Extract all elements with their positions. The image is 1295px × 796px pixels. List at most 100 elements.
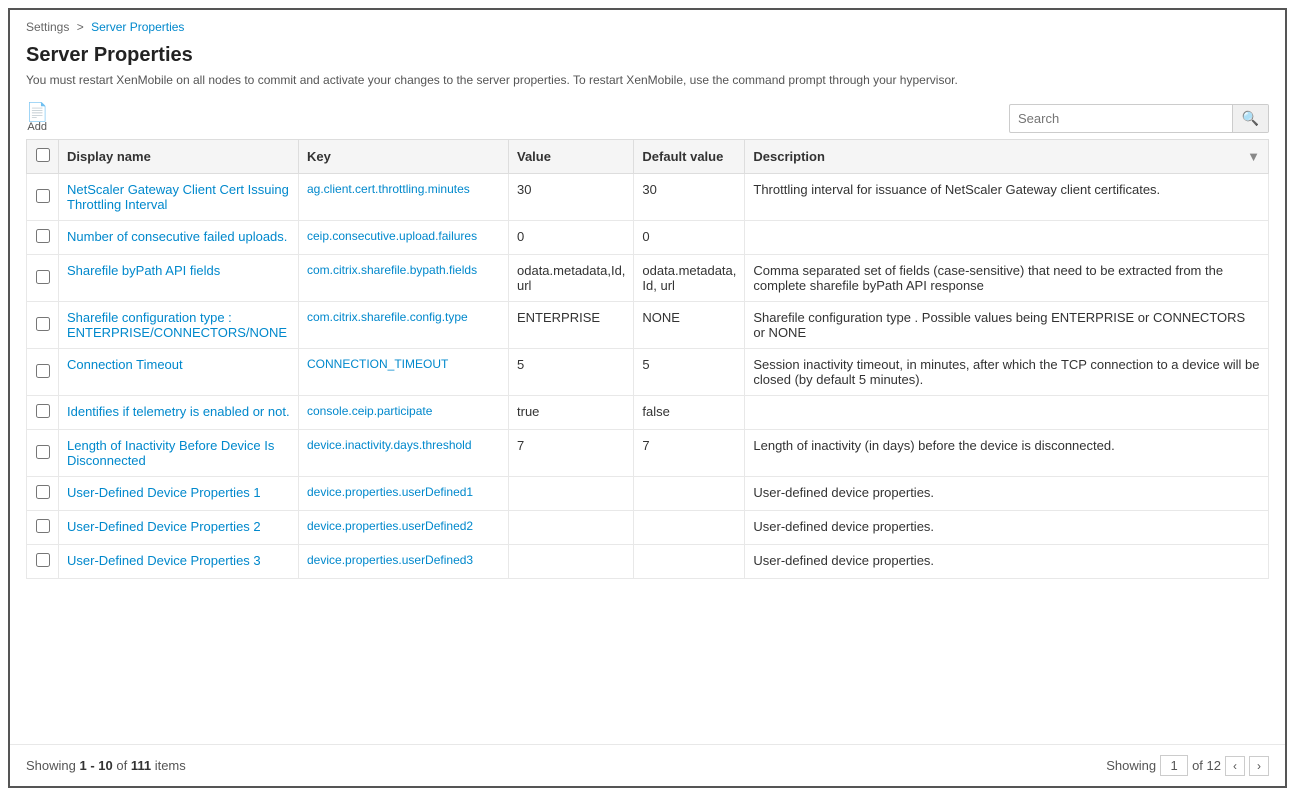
select-all-checkbox[interactable] (36, 148, 50, 162)
row-value (509, 545, 634, 579)
table-row: NetScaler Gateway Client Cert Issuing Th… (27, 174, 1269, 221)
page-label: Showing (1106, 758, 1156, 773)
row-key: com.citrix.sharefile.bypath.fields (299, 255, 509, 302)
add-icon: 📄 (26, 103, 48, 121)
table-row: Number of consecutive failed uploads.cei… (27, 221, 1269, 255)
pagination: Showing 1 of 12 ‹ › (1106, 755, 1269, 776)
search-button[interactable]: 🔍 (1232, 105, 1268, 132)
row-value (509, 477, 634, 511)
row-checkbox-cell (27, 396, 59, 430)
row-checkbox[interactable] (36, 445, 50, 459)
row-default-value (634, 477, 745, 511)
row-key: ceip.consecutive.upload.failures (299, 221, 509, 255)
row-display-name: Sharefile configuration type : ENTERPRIS… (59, 302, 299, 349)
row-key: ag.client.cert.throttling.minutes (299, 174, 509, 221)
table-row: Sharefile configuration type : ENTERPRIS… (27, 302, 1269, 349)
row-checkbox-cell (27, 349, 59, 396)
row-display-name: Sharefile byPath API fields (59, 255, 299, 302)
row-description: User-defined device properties. (745, 477, 1269, 511)
row-display-name: User-Defined Device Properties 2 (59, 511, 299, 545)
table-row: User-Defined Device Properties 3device.p… (27, 545, 1269, 579)
row-value: 7 (509, 430, 634, 477)
add-button[interactable]: 📄 Add (26, 103, 48, 133)
page-subtitle: You must restart XenMobile on all nodes … (10, 71, 1285, 97)
row-key: console.ceip.participate (299, 396, 509, 430)
footer: Showing 1 - 10 of 111 items Showing 1 of… (10, 744, 1285, 786)
row-checkbox[interactable] (36, 553, 50, 567)
row-value: ENTERPRISE (509, 302, 634, 349)
row-checkbox-cell (27, 511, 59, 545)
row-description: Throttling interval for issuance of NetS… (745, 174, 1269, 221)
row-checkbox[interactable] (36, 270, 50, 284)
row-key: device.properties.userDefined1 (299, 477, 509, 511)
row-description: User-defined device properties. (745, 545, 1269, 579)
row-default-value (634, 511, 745, 545)
toolbar: 📄 Add 🔍 (10, 97, 1285, 139)
total-pages-label: of 12 (1192, 758, 1221, 773)
row-value: true (509, 396, 634, 430)
row-default-value: false (634, 396, 745, 430)
row-checkbox[interactable] (36, 189, 50, 203)
breadcrumb-sep: > (77, 20, 84, 34)
col-header-display-name: Display name (59, 140, 299, 174)
row-checkbox-cell (27, 221, 59, 255)
search-input[interactable] (1010, 106, 1232, 131)
row-default-value: NONE (634, 302, 745, 349)
next-page-button[interactable]: › (1249, 756, 1269, 776)
current-page-number: 1 (1160, 755, 1188, 776)
row-description: Session inactivity timeout, in minutes, … (745, 349, 1269, 396)
row-default-value: 7 (634, 430, 745, 477)
row-description: Sharefile configuration type . Possible … (745, 302, 1269, 349)
col-header-default-value: Default value (634, 140, 745, 174)
row-display-name: Number of consecutive failed uploads. (59, 221, 299, 255)
row-checkbox-cell (27, 255, 59, 302)
row-checkbox-cell (27, 477, 59, 511)
breadcrumb: Settings > Server Properties (10, 10, 1285, 40)
row-checkbox-cell (27, 302, 59, 349)
row-checkbox[interactable] (36, 229, 50, 243)
row-checkbox-cell (27, 545, 59, 579)
row-display-name: Connection Timeout (59, 349, 299, 396)
row-checkbox[interactable] (36, 404, 50, 418)
row-value: 30 (509, 174, 634, 221)
prev-page-button[interactable]: ‹ (1225, 756, 1245, 776)
row-description: Comma separated set of fields (case-sens… (745, 255, 1269, 302)
row-display-name: Length of Inactivity Before Device Is Di… (59, 430, 299, 477)
row-description (745, 396, 1269, 430)
row-checkbox-cell (27, 174, 59, 221)
showing-range: 1 - 10 (79, 758, 112, 773)
items-label: items (151, 758, 186, 773)
row-default-value: 30 (634, 174, 745, 221)
showing-of: of (113, 758, 131, 773)
total-items: 111 (131, 758, 151, 773)
row-key: com.citrix.sharefile.config.type (299, 302, 509, 349)
table-row: Sharefile byPath API fieldscom.citrix.sh… (27, 255, 1269, 302)
row-default-value: 0 (634, 221, 745, 255)
col-header-value: Value (509, 140, 634, 174)
table-row: User-Defined Device Properties 2device.p… (27, 511, 1269, 545)
table-row: Identifies if telemetry is enabled or no… (27, 396, 1269, 430)
showing-prefix: Showing (26, 758, 79, 773)
search-box: 🔍 (1009, 104, 1269, 133)
table-row: Length of Inactivity Before Device Is Di… (27, 430, 1269, 477)
row-checkbox-cell (27, 430, 59, 477)
row-display-name: Identifies if telemetry is enabled or no… (59, 396, 299, 430)
row-description (745, 221, 1269, 255)
row-checkbox[interactable] (36, 364, 50, 378)
row-description: User-defined device properties. (745, 511, 1269, 545)
row-key: CONNECTION_TIMEOUT (299, 349, 509, 396)
row-key: device.properties.userDefined2 (299, 511, 509, 545)
row-checkbox[interactable] (36, 519, 50, 533)
table-wrap: Display name Key Value Default value Des… (10, 139, 1285, 736)
row-checkbox[interactable] (36, 485, 50, 499)
row-display-name: NetScaler Gateway Client Cert Issuing Th… (59, 174, 299, 221)
row-default-value (634, 545, 745, 579)
row-key: device.properties.userDefined3 (299, 545, 509, 579)
row-checkbox[interactable] (36, 317, 50, 331)
row-description: Length of inactivity (in days) before th… (745, 430, 1269, 477)
row-display-name: User-Defined Device Properties 3 (59, 545, 299, 579)
page-title: Server Properties (10, 40, 1285, 71)
sort-arrow-icon: ▼ (1247, 149, 1260, 164)
breadcrumb-current: Server Properties (91, 20, 184, 34)
row-value: 5 (509, 349, 634, 396)
